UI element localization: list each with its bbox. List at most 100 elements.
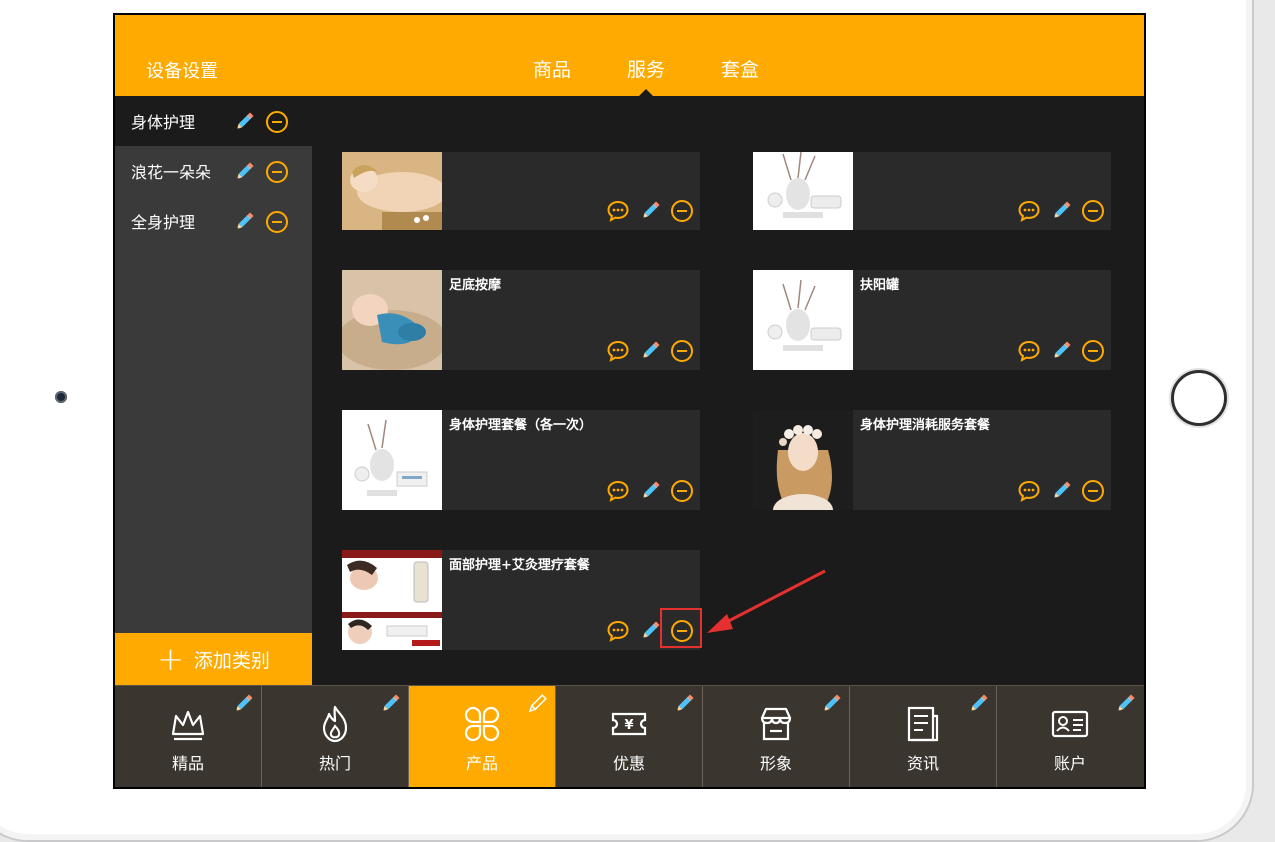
card-actions xyxy=(1017,339,1105,363)
nav-label: 热门 xyxy=(318,754,351,773)
pencil-icon[interactable] xyxy=(1049,479,1073,503)
comment-icon[interactable] xyxy=(1017,199,1041,223)
grid-icon xyxy=(464,706,500,742)
pencil-icon[interactable] xyxy=(232,110,256,134)
pencil-icon[interactable] xyxy=(232,160,256,184)
top-tabs: 商品 服务 套盒 xyxy=(505,55,787,97)
pencil-icon[interactable] xyxy=(638,479,662,503)
pencil-icon[interactable] xyxy=(638,339,662,363)
camera-icon xyxy=(55,391,67,403)
remove-circle-icon[interactable] xyxy=(670,199,694,223)
nav-label: 产品 xyxy=(465,754,498,773)
nav-item-products[interactable]: 产品 xyxy=(409,686,556,787)
remove-circle-icon[interactable] xyxy=(1081,199,1105,223)
add-category-label: 添加类别 xyxy=(193,649,270,672)
product-card[interactable]: 面部护理+艾灸理疗套餐 xyxy=(342,550,700,650)
nav-item-image[interactable]: 形象 xyxy=(703,686,850,787)
bottom-navigation: 精品 热门 产品 ¥ 优惠 形象 资讯 账户 xyxy=(115,685,1144,787)
comment-icon[interactable] xyxy=(606,619,630,643)
device-settings-link[interactable]: 设备设置 xyxy=(146,57,218,83)
remove-circle-icon[interactable] xyxy=(670,339,694,363)
category-label: 浪花一朵朵 xyxy=(131,163,212,182)
top-header: 设备设置 商品 服务 套盒 xyxy=(115,15,1144,97)
nav-item-offers[interactable]: ¥ 优惠 xyxy=(556,686,703,787)
app-screen: 设备设置 商品 服务 套盒 身体护理 浪花一朵朵 全身护理 + 添加类别 足底按… xyxy=(113,13,1146,789)
nav-label: 账户 xyxy=(1053,754,1086,773)
comment-icon[interactable] xyxy=(606,199,630,223)
pencil-icon[interactable] xyxy=(1049,339,1073,363)
sidebar-item-full-body[interactable]: 全身护理 xyxy=(115,196,312,246)
card-actions xyxy=(606,339,694,363)
tab-goods[interactable]: 商品 xyxy=(505,55,599,82)
pencil-icon[interactable] xyxy=(672,692,696,716)
pencil-icon[interactable] xyxy=(378,692,402,716)
product-image xyxy=(342,152,442,230)
coupon-icon: ¥ xyxy=(611,712,647,736)
product-title: 扶阳罐 xyxy=(860,278,900,293)
remove-circle-icon[interactable] xyxy=(265,110,289,134)
pencil-icon[interactable] xyxy=(638,199,662,223)
svg-text:¥: ¥ xyxy=(624,718,633,733)
category-label: 全身护理 xyxy=(131,213,196,232)
nav-label: 精品 xyxy=(171,754,204,773)
product-card[interactable]: 足底按摩 xyxy=(342,270,700,370)
pencil-icon[interactable] xyxy=(1049,199,1073,223)
comment-icon[interactable] xyxy=(1017,479,1041,503)
nav-item-news[interactable]: 资讯 xyxy=(850,686,997,787)
home-button[interactable] xyxy=(1171,370,1227,426)
product-card[interactable] xyxy=(342,152,700,230)
category-sidebar: 身体护理 浪花一朵朵 全身护理 + 添加类别 xyxy=(115,96,312,685)
card-actions xyxy=(1017,199,1105,223)
comment-icon[interactable] xyxy=(606,479,630,503)
remove-circle-icon[interactable] xyxy=(1081,479,1105,503)
nav-label: 资讯 xyxy=(906,754,939,773)
highlight-box xyxy=(660,608,702,648)
store-icon xyxy=(760,707,792,741)
comment-icon[interactable] xyxy=(1017,339,1041,363)
tab-boxes[interactable]: 套盒 xyxy=(693,55,787,82)
card-actions xyxy=(1017,479,1105,503)
remove-circle-icon[interactable] xyxy=(265,210,289,234)
service-grid: 足底按摩 扶阳罐 身体护理套餐（各一次） 身体护理消耗服务套餐 面部护理+艾灸理… xyxy=(312,96,1144,685)
sidebar-item-waves[interactable]: 浪花一朵朵 xyxy=(115,146,312,196)
product-card[interactable]: 扶阳罐 xyxy=(753,270,1111,370)
remove-circle-icon[interactable] xyxy=(265,160,289,184)
product-image xyxy=(753,410,853,510)
product-image xyxy=(342,410,442,510)
nav-item-featured[interactable]: 精品 xyxy=(115,686,262,787)
crown-icon xyxy=(171,710,205,741)
remove-circle-icon[interactable] xyxy=(1081,339,1105,363)
product-title: 身体护理消耗服务套餐 xyxy=(860,418,991,433)
product-image xyxy=(342,550,442,650)
pencil-icon[interactable] xyxy=(966,692,990,716)
sidebar-item-body-care[interactable]: 身体护理 xyxy=(115,96,312,146)
pencil-icon[interactable] xyxy=(819,692,843,716)
remove-circle-icon[interactable] xyxy=(670,479,694,503)
product-image xyxy=(753,152,853,230)
pencil-icon[interactable] xyxy=(638,619,662,643)
pencil-icon[interactable] xyxy=(1113,692,1137,716)
card-actions xyxy=(606,479,694,503)
pencil-icon[interactable] xyxy=(525,692,549,716)
card-actions xyxy=(606,199,694,223)
nav-item-hot[interactable]: 热门 xyxy=(262,686,409,787)
news-icon xyxy=(907,706,939,742)
pencil-icon[interactable] xyxy=(231,692,255,716)
product-image xyxy=(753,270,853,370)
category-label: 身体护理 xyxy=(131,113,196,132)
product-card[interactable]: 身体护理消耗服务套餐 xyxy=(753,410,1111,510)
pencil-icon[interactable] xyxy=(232,210,256,234)
product-card[interactable] xyxy=(753,152,1111,230)
add-category-button[interactable]: + 添加类别 xyxy=(115,633,312,685)
product-title: 足底按摩 xyxy=(449,278,502,293)
product-title: 身体护理套餐（各一次） xyxy=(449,418,593,433)
nav-item-account[interactable]: 账户 xyxy=(997,686,1143,787)
tab-services[interactable]: 服务 xyxy=(599,55,693,97)
nav-label: 形象 xyxy=(759,754,792,773)
flame-icon xyxy=(322,705,348,743)
product-card[interactable]: 身体护理套餐（各一次） xyxy=(342,410,700,510)
product-title: 面部护理+艾灸理疗套餐 xyxy=(449,558,590,573)
comment-icon[interactable] xyxy=(606,339,630,363)
id-card-icon xyxy=(1051,710,1089,738)
plus-icon: + xyxy=(157,640,184,678)
